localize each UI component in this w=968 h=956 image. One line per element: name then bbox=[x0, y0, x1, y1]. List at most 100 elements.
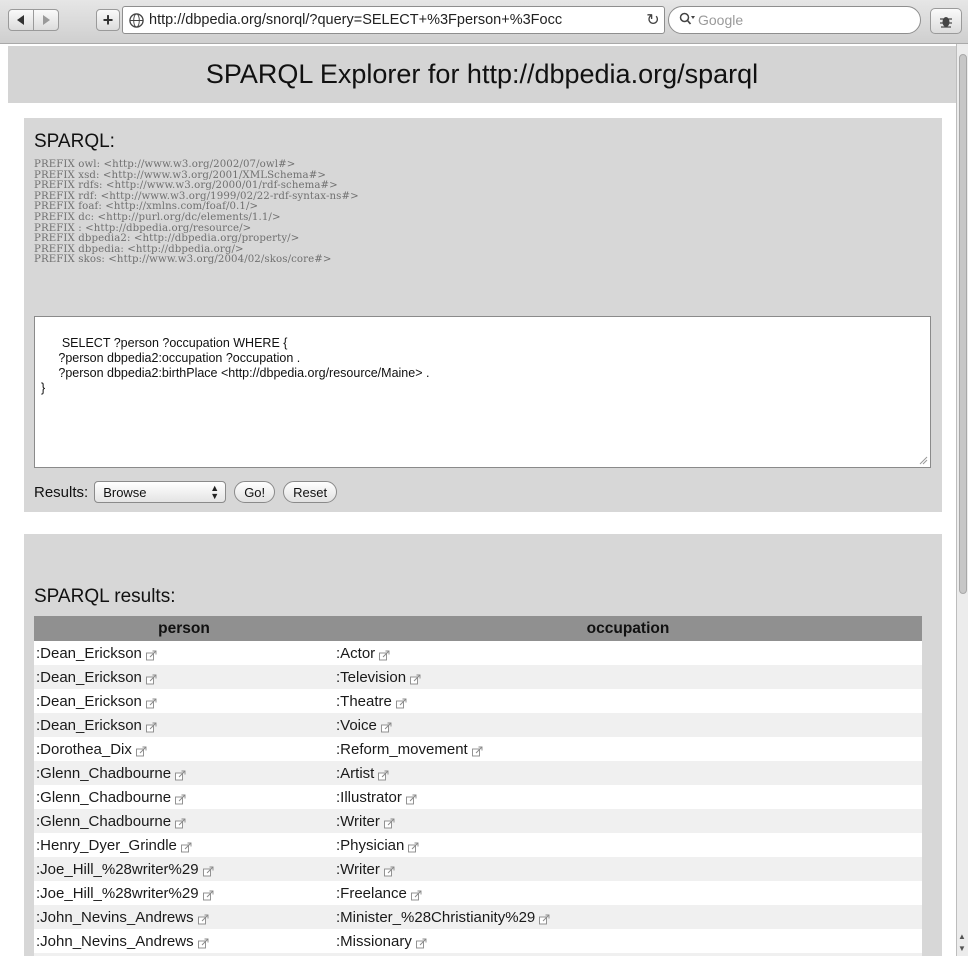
table-row: :Henry_Dyer_Grindle :Physician bbox=[34, 833, 922, 857]
scroll-down-arrow-icon[interactable]: ▼ bbox=[958, 944, 966, 953]
results-label: Results: bbox=[34, 483, 89, 501]
external-link-icon[interactable] bbox=[379, 648, 390, 661]
page-content: SPARQL Explorer for http://dbpedia.org/s… bbox=[0, 44, 956, 956]
search-field[interactable]: Google bbox=[668, 6, 921, 34]
occupation-cell: :Reform_movement bbox=[334, 737, 922, 761]
occupation-link[interactable]: :Writer bbox=[336, 861, 380, 878]
table-row: :Dean_Erickson :Television bbox=[34, 665, 922, 689]
person-link[interactable]: :Joe_Hill_%28writer%29 bbox=[36, 861, 199, 878]
column-header-person: person bbox=[34, 616, 334, 641]
scroll-up-arrow-icon[interactable]: ▲ bbox=[958, 932, 966, 941]
occupation-link[interactable]: :Actor bbox=[336, 645, 375, 662]
query-panel: SPARQL: PREFIX owl: <http://www.w3.org/2… bbox=[24, 118, 942, 512]
person-link[interactable]: :Dean_Erickson bbox=[36, 693, 142, 710]
forward-button[interactable] bbox=[33, 9, 59, 31]
bug-report-button[interactable] bbox=[930, 8, 962, 34]
external-link-icon[interactable] bbox=[539, 912, 550, 925]
occupation-link[interactable]: :Theatre bbox=[336, 693, 392, 710]
occupation-cell: :Voice bbox=[334, 713, 922, 737]
occupation-cell: :Theatre bbox=[334, 689, 922, 713]
table-row: :John_Nevins_Andrews :Missionary bbox=[34, 929, 922, 953]
scrollbar-thumb[interactable] bbox=[959, 54, 967, 594]
occupation-link[interactable]: :Voice bbox=[336, 717, 377, 734]
person-link[interactable]: :Glenn_Chadbourne bbox=[36, 765, 171, 782]
back-button[interactable] bbox=[8, 9, 34, 31]
external-link-icon[interactable] bbox=[408, 840, 419, 853]
external-link-icon[interactable] bbox=[135, 744, 147, 757]
external-link-icon[interactable] bbox=[410, 672, 421, 685]
external-link-icon[interactable] bbox=[405, 792, 417, 805]
occupation-cell: :Writer bbox=[334, 809, 922, 833]
external-link-icon[interactable] bbox=[383, 864, 395, 877]
results-controls: Results: Browse ▲ ▼ Go! Reset bbox=[34, 481, 338, 503]
external-link-icon[interactable] bbox=[202, 864, 214, 877]
occupation-link[interactable]: :Television bbox=[336, 669, 406, 686]
table-row: :Glenn_Chadbourne :Illustrator bbox=[34, 785, 922, 809]
external-link-icon[interactable] bbox=[145, 696, 157, 709]
external-link-icon[interactable] bbox=[197, 936, 209, 949]
external-link-icon[interactable] bbox=[175, 816, 186, 829]
person-link[interactable]: :Joe_Hill_%28writer%29 bbox=[36, 885, 199, 902]
occupation-cell: :Illustrator bbox=[334, 785, 922, 809]
query-textarea[interactable]: SELECT ?person ?occupation WHERE { ?pers… bbox=[34, 316, 931, 468]
go-button[interactable]: Go! bbox=[234, 481, 276, 503]
table-row: :Dorothea_Dix :Reform_movement bbox=[34, 737, 922, 761]
person-link[interactable]: :Dorothea_Dix bbox=[36, 741, 132, 758]
person-link[interactable]: :John_Nevins_Andrews bbox=[36, 909, 194, 926]
table-row: :Joe_Hill_%28writer%29 :Writer bbox=[34, 857, 922, 881]
external-link-icon[interactable] bbox=[175, 768, 186, 781]
external-link-icon[interactable] bbox=[415, 936, 427, 949]
person-link[interactable]: :Dean_Erickson bbox=[36, 717, 142, 734]
external-link-icon[interactable] bbox=[410, 888, 422, 901]
table-row: :Dean_Erickson :Theatre bbox=[34, 689, 922, 713]
add-bookmark-button[interactable]: + bbox=[96, 9, 120, 31]
person-link[interactable]: :Glenn_Chadbourne bbox=[36, 789, 171, 806]
table-header-row: person occupation bbox=[34, 616, 922, 641]
select-arrows-icon: ▲ ▼ bbox=[210, 483, 220, 501]
person-cell: :Joe_Hill_%28writer%29 bbox=[34, 881, 334, 905]
plus-icon: + bbox=[102, 10, 114, 30]
prefix-line: PREFIX owl: <http://www.w3.org/2002/07/o… bbox=[34, 159, 296, 170]
external-link-icon[interactable] bbox=[202, 888, 214, 901]
occupation-link[interactable]: :Missionary bbox=[336, 933, 412, 950]
external-link-icon[interactable] bbox=[145, 648, 157, 661]
occupation-link[interactable]: :Freelance bbox=[336, 885, 407, 902]
page-title: SPARQL Explorer for http://dbpedia.org/s… bbox=[205, 59, 759, 89]
results-heading: SPARQL results: bbox=[34, 586, 176, 607]
reset-button[interactable]: Reset bbox=[283, 481, 338, 503]
address-bar[interactable]: http://dbpedia.org/snorql/?query=SELECT+… bbox=[122, 6, 665, 34]
occupation-link[interactable]: :Minister_%28Christianity%29 bbox=[336, 909, 535, 926]
external-link-icon[interactable] bbox=[145, 720, 157, 733]
person-link[interactable]: :Henry_Dyer_Grindle bbox=[36, 837, 177, 854]
external-link-icon[interactable] bbox=[180, 840, 192, 853]
person-link[interactable]: :Glenn_Chadbourne bbox=[36, 813, 171, 830]
external-link-icon[interactable] bbox=[471, 744, 483, 757]
person-link[interactable]: :Dean_Erickson bbox=[36, 669, 142, 686]
external-link-icon[interactable] bbox=[175, 792, 186, 805]
occupation-cell: :Missionary bbox=[334, 929, 922, 953]
external-link-icon[interactable] bbox=[395, 696, 407, 709]
occupation-link[interactable]: :Reform_movement bbox=[336, 741, 468, 758]
person-link[interactable]: :John_Nevins_Andrews bbox=[36, 933, 194, 950]
query-text: SELECT ?person ?occupation WHERE { ?pers… bbox=[41, 336, 430, 395]
results-format-select[interactable]: Browse ▲ ▼ bbox=[94, 481, 227, 503]
table-row: :John_Nevins_Andrews :Minister_%28Christi… bbox=[34, 905, 922, 929]
external-link-icon[interactable] bbox=[197, 912, 209, 925]
person-cell: :Dorothea_Dix bbox=[34, 737, 334, 761]
occupation-link[interactable]: :Writer bbox=[336, 813, 380, 830]
reload-icon[interactable]: ↻ bbox=[642, 10, 664, 30]
person-cell: :Glenn_Chadbourne bbox=[34, 785, 334, 809]
occupation-link[interactable]: :Illustrator bbox=[336, 789, 402, 806]
external-link-icon[interactable] bbox=[380, 720, 392, 733]
occupation-link[interactable]: :Artist bbox=[336, 765, 374, 782]
person-cell: :Glenn_Chadbourne bbox=[34, 809, 334, 833]
resize-grip-icon[interactable] bbox=[919, 456, 928, 465]
external-link-icon[interactable] bbox=[378, 768, 389, 781]
table-row: :Dean_Erickson :Actor bbox=[34, 641, 922, 665]
occupation-link[interactable]: :Physician bbox=[336, 837, 404, 854]
external-link-icon[interactable] bbox=[145, 672, 157, 685]
external-link-icon[interactable] bbox=[383, 816, 395, 829]
person-link[interactable]: :Dean_Erickson bbox=[36, 645, 142, 662]
table-row: :Glenn_Chadbourne :Artist bbox=[34, 761, 922, 785]
vertical-scrollbar[interactable]: ▲ ▼ bbox=[956, 44, 968, 956]
